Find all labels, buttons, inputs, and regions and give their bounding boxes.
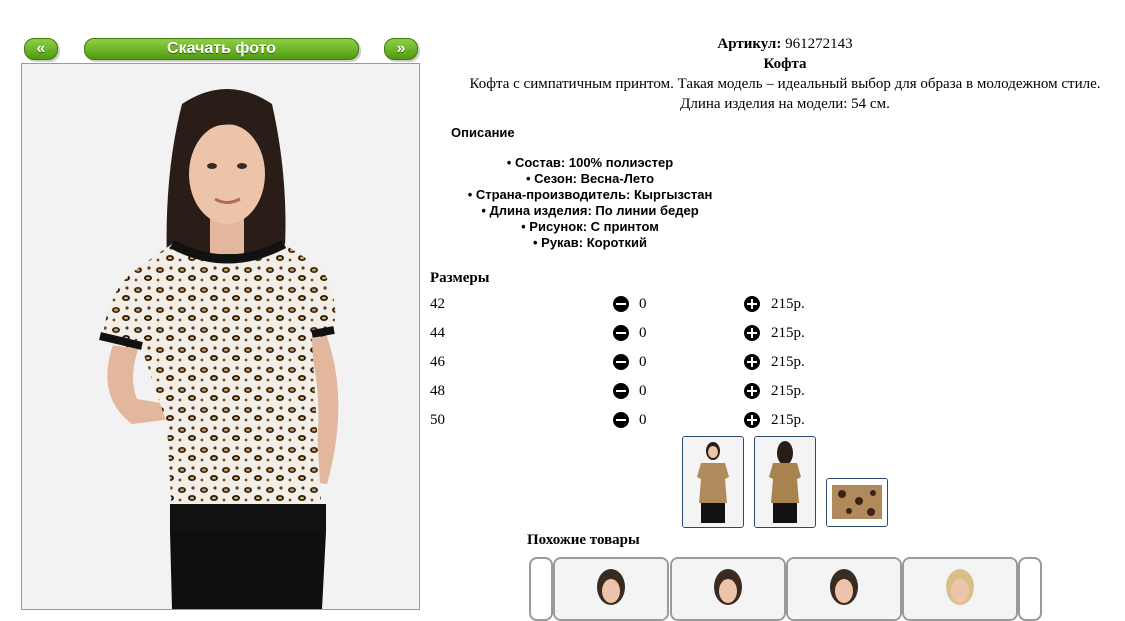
similar-scroll-right[interactable] [1018, 557, 1042, 621]
size-price: 215р. [771, 383, 805, 399]
minus-icon[interactable] [613, 383, 629, 399]
similar-products-title: Похожие товары [527, 532, 640, 548]
model-photo-illustration [99, 89, 339, 609]
size-label: 46 [430, 354, 445, 370]
feature-item: • Рукав: Короткий [532, 235, 648, 250]
feature-item: • Длина изделия: По линии бедер [481, 203, 699, 218]
minus-icon[interactable] [613, 325, 629, 341]
plus-icon[interactable] [744, 354, 760, 370]
similar-product-card[interactable] [670, 557, 786, 621]
size-quantity: 0 [639, 412, 647, 428]
size-row: 48 0 215р. [430, 380, 830, 402]
thumbnail-image [683, 437, 743, 527]
product-info: Артикул: 961272143 Кофта Кофта с симпати… [440, 34, 1125, 114]
photo-thumbnail-fabric[interactable] [826, 478, 888, 527]
size-quantity: 0 [639, 325, 647, 341]
size-price: 215р. [771, 296, 805, 312]
article-label: Артикул: [717, 36, 782, 52]
thumbnail-image [755, 437, 815, 527]
similar-product-image [672, 559, 784, 619]
size-price: 215р. [771, 354, 805, 370]
minus-icon[interactable] [613, 412, 629, 428]
similar-product-image [904, 559, 1016, 619]
plus-icon[interactable] [744, 383, 760, 399]
minus-icon[interactable] [613, 354, 629, 370]
similar-product-card[interactable] [553, 557, 669, 621]
article-value: 961272143 [785, 36, 853, 52]
prev-photo-button[interactable]: « [24, 38, 58, 60]
size-quantity: 0 [639, 354, 647, 370]
next-photo-button[interactable]: » [384, 38, 418, 60]
main-product-photo [21, 63, 420, 610]
size-label: 42 [430, 296, 445, 312]
download-photo-button[interactable]: Скачать фото [84, 38, 359, 60]
size-row: 46 0 215р. [430, 351, 830, 373]
size-quantity: 0 [639, 383, 647, 399]
size-price: 215р. [771, 325, 805, 341]
article-line: Артикул: 961272143 [440, 34, 1125, 54]
size-row: 44 0 215р. [430, 322, 830, 344]
similar-product-card[interactable] [902, 557, 1018, 621]
feature-item: • Состав: 100% полиэстер [506, 155, 674, 170]
sizes-title: Размеры [430, 270, 490, 286]
similar-scroll-left[interactable] [529, 557, 553, 621]
description-title: Описание [451, 125, 515, 140]
photo-thumbnail-back[interactable] [754, 436, 816, 528]
feature-item: • Страна-производитель: Кыргызстан [467, 187, 713, 202]
plus-icon[interactable] [744, 325, 760, 341]
size-row: 42 0 215р. [430, 293, 830, 315]
features-list: • Состав: 100% полиэстер • Сезон: Весна-… [440, 155, 740, 251]
size-quantity: 0 [639, 296, 647, 312]
plus-icon[interactable] [744, 412, 760, 428]
plus-icon[interactable] [744, 296, 760, 312]
photo-thumbnail-front[interactable] [682, 436, 744, 528]
feature-item: • Рисунок: С принтом [521, 219, 659, 234]
size-price: 215р. [771, 412, 805, 428]
product-length-note: Длина изделия на модели: 54 см. [680, 96, 890, 112]
feature-item: • Сезон: Весна-Лето [525, 171, 655, 186]
product-description: Кофта с симпатичным принтом. Такая модел… [469, 76, 1101, 92]
size-label: 44 [430, 325, 445, 341]
similar-product-card[interactable] [786, 557, 902, 621]
minus-icon[interactable] [613, 296, 629, 312]
thumbnail-image [827, 479, 887, 526]
size-label: 48 [430, 383, 445, 399]
size-row: 50 0 215р. [430, 409, 830, 431]
product-name: Кофта [763, 56, 807, 72]
similar-product-image [555, 559, 667, 619]
size-label: 50 [430, 412, 445, 428]
similar-product-image [788, 559, 900, 619]
